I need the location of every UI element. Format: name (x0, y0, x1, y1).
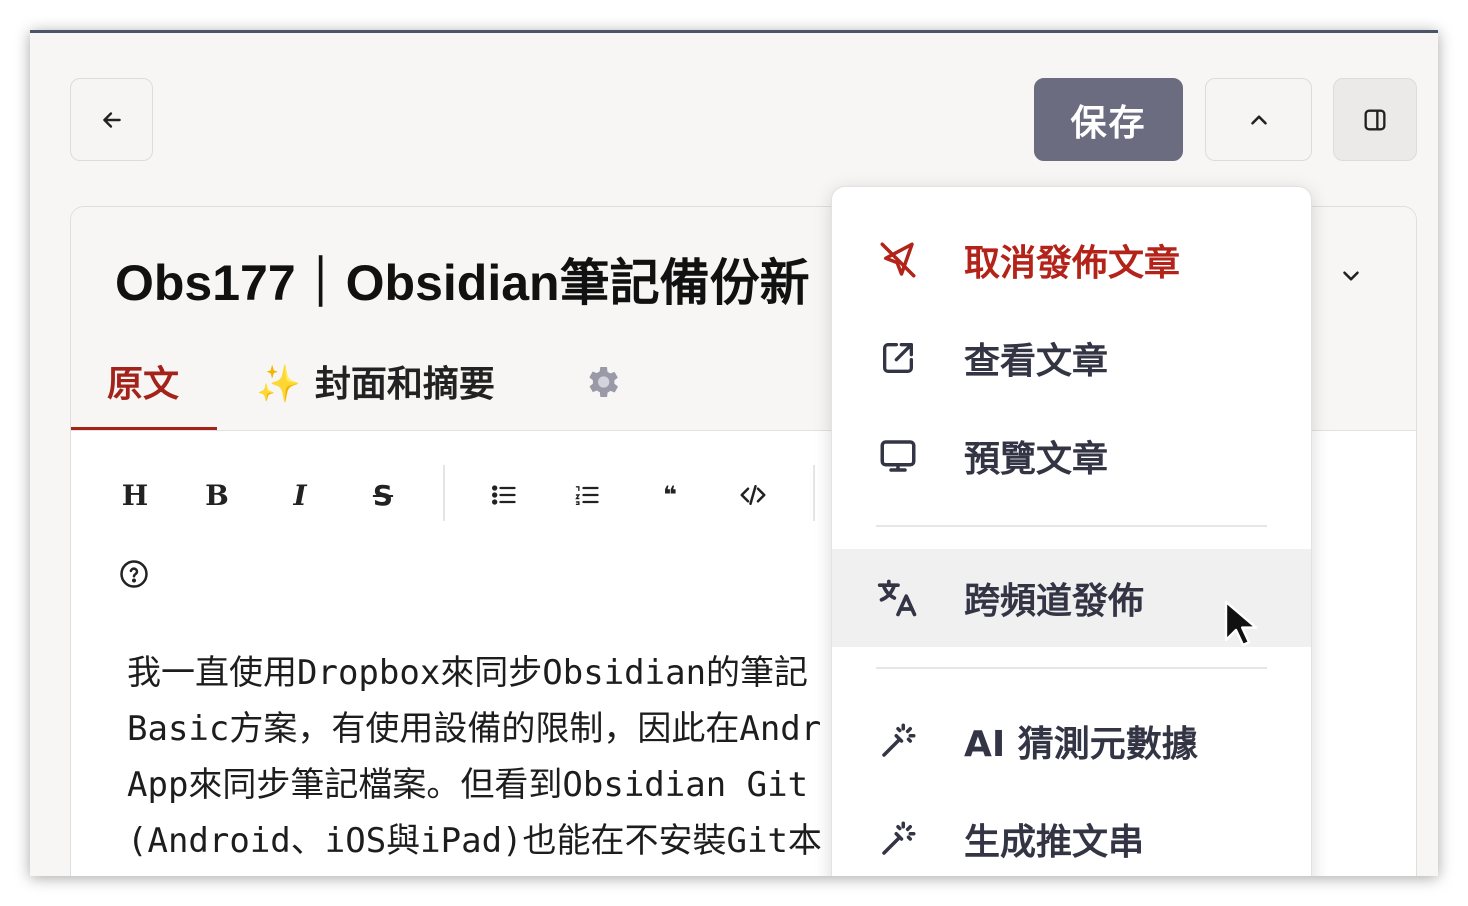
sidebar-panel-icon (1364, 109, 1386, 130)
help-icon[interactable] (119, 559, 149, 593)
menu-item-ai-guess-metadata[interactable]: AI 猜測元數據 (832, 692, 1311, 790)
monitor-icon (876, 434, 920, 478)
content-line: App來同步筆記檔案。但看到Obsidian Git (127, 765, 809, 805)
toolbar-separator (443, 465, 445, 521)
content-line: Basic方案，有使用設備的限制，因此在Andr (127, 709, 822, 749)
bold-icon[interactable]: B (197, 475, 237, 515)
code-icon[interactable] (733, 475, 773, 515)
menu-item-preview-article[interactable]: 預覽文章 (832, 407, 1311, 505)
sparkles-icon: ✨ (256, 364, 301, 405)
chevron-up-icon (1250, 114, 1267, 125)
gear-icon (589, 367, 618, 397)
content-line: 我一直使用Dropbox來同步Obsidian的筆記 (127, 653, 809, 693)
numbered-list-icon[interactable] (567, 475, 607, 515)
publish-menu: 取消發佈文章 查看文章 預覽文章 跨頻道發佈 AI 猜測元數據 生成推文串 (831, 186, 1312, 876)
article-title[interactable]: Obs177｜Obsidian筆記備份新 (115, 243, 810, 315)
translate-icon (876, 576, 920, 620)
content-line: (Android、iOS與iPad)也能在不安裝Git本 (127, 821, 822, 861)
menu-item-unpublish[interactable]: 取消發佈文章 (832, 211, 1311, 309)
collapse-button[interactable] (1205, 78, 1312, 161)
quote-icon[interactable]: ❝ (650, 475, 690, 515)
arrow-left-icon (102, 111, 121, 128)
active-tab-indicator (71, 427, 217, 430)
menu-item-generate-thread[interactable]: 生成推文串 (832, 790, 1311, 876)
menu-divider (876, 525, 1267, 527)
mouse-cursor-icon (1224, 600, 1258, 647)
back-button[interactable] (70, 78, 153, 161)
magic-wand-icon (876, 817, 920, 861)
menu-item-view-article[interactable]: 查看文章 (832, 309, 1311, 407)
strikethrough-icon[interactable]: S (363, 475, 403, 515)
italic-icon[interactable]: I (280, 475, 320, 515)
toolbar-separator (813, 465, 815, 521)
heading-icon[interactable]: H (115, 475, 155, 515)
tab-cover-summary-label: 封面和摘要 (314, 364, 495, 405)
save-button[interactable]: 保存 (1034, 78, 1183, 161)
chevron-down-icon[interactable] (1338, 263, 1364, 289)
external-link-icon (876, 336, 920, 380)
menu-divider (876, 667, 1267, 669)
magic-wand-icon (876, 719, 920, 763)
tab-original[interactable]: 原文 (107, 355, 179, 407)
tab-cover-summary[interactable]: ✨ 封面和摘要 (256, 355, 495, 407)
tab-settings[interactable] (582, 362, 622, 411)
unpublish-send-icon (876, 238, 920, 282)
app-window: 保存 Obs177｜Obsidian筆記備份新 原文 ✨ 封面和摘要 H B I … (30, 30, 1438, 876)
editor-content[interactable]: 我一直使用Dropbox來同步Obsidian的筆記 Basic方案，有使用設備的… (127, 645, 822, 869)
toggle-panel-button[interactable] (1333, 78, 1417, 161)
bullet-list-icon[interactable] (484, 475, 524, 515)
